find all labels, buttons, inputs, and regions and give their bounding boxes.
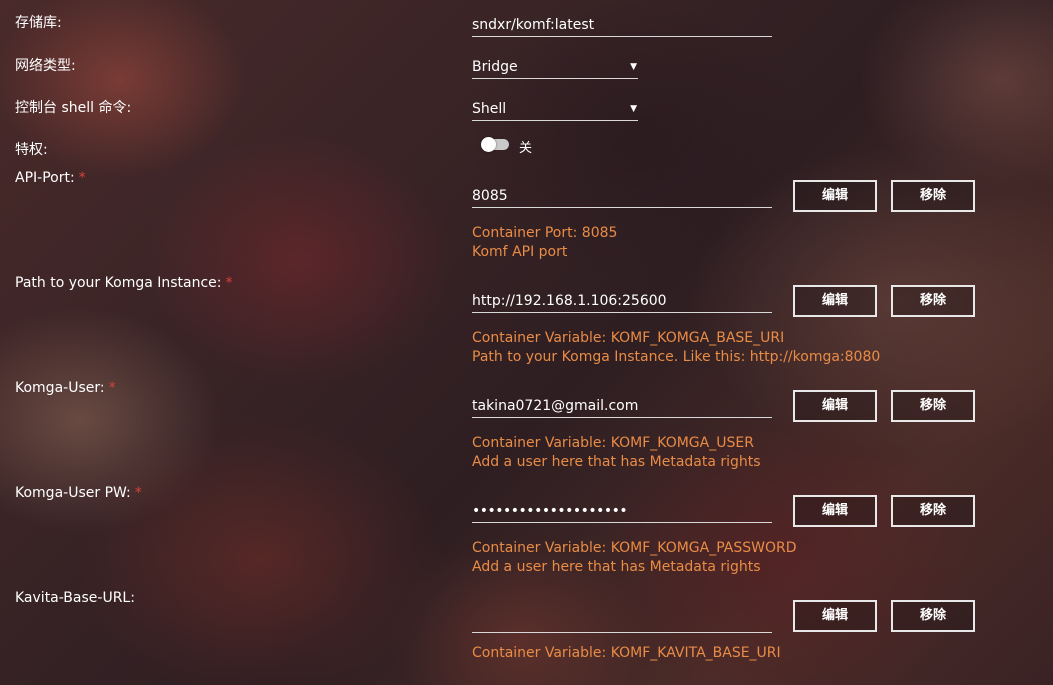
komga-instance-input[interactable]: http://192.168.1.106:25600 [472, 290, 772, 313]
network-type-select[interactable]: Bridge ▼ [472, 56, 638, 79]
kavita-base-url-input[interactable] [472, 610, 772, 633]
field-description: Container Variable: KOMF_KOMGA_PASSWORD … [472, 540, 797, 575]
field-label-komga-user: Komga-User: * [15, 380, 116, 396]
required-marker: * [134, 485, 142, 501]
chevron-down-icon: ▼ [630, 104, 637, 114]
edit-button[interactable]: 编辑 [793, 495, 877, 527]
console-shell-select[interactable]: Shell ▼ [472, 98, 638, 121]
remove-button[interactable]: 移除 [891, 285, 975, 317]
edit-button[interactable]: 编辑 [793, 180, 877, 212]
field-description: Container Port: 8085 Komf API port [472, 225, 618, 260]
remove-button[interactable]: 移除 [891, 390, 975, 422]
privileged-label: 特权: [15, 142, 48, 158]
edit-button[interactable]: 编辑 [793, 285, 877, 317]
field-label-komga-password: Komga-User PW: * [15, 485, 142, 501]
required-marker: * [108, 380, 116, 396]
edit-button[interactable]: 编辑 [793, 600, 877, 632]
remove-button[interactable]: 移除 [891, 495, 975, 527]
required-marker: * [78, 170, 86, 186]
required-marker: * [225, 275, 233, 291]
privileged-toggle[interactable] [481, 137, 509, 152]
komga-user-input[interactable]: takina0721@gmail.com [472, 395, 772, 418]
field-description: Container Variable: KOMF_KOMGA_USER Add … [472, 435, 761, 470]
remove-button[interactable]: 移除 [891, 180, 975, 212]
chevron-down-icon: ▼ [630, 62, 637, 72]
toggle-knob [481, 137, 496, 152]
edit-button[interactable]: 编辑 [793, 390, 877, 422]
console-shell-value: Shell [472, 101, 507, 117]
repository-label: 存储库: [15, 15, 62, 31]
field-label-api-port: API-Port: * [15, 170, 86, 186]
console-shell-label: 控制台 shell 命令: [15, 100, 132, 116]
network-type-value: Bridge [472, 59, 518, 75]
field-description: Container Variable: KOMF_KAVITA_BASE_URI [472, 645, 781, 661]
privileged-toggle-label: 关 [519, 141, 533, 156]
api-port-input[interactable]: 8085 [472, 185, 772, 208]
remove-button[interactable]: 移除 [891, 600, 975, 632]
repository-input[interactable]: sndxr/komf:latest [472, 14, 772, 37]
field-description: Container Variable: KOMF_KOMGA_BASE_URI … [472, 330, 881, 365]
field-label-komga-instance: Path to your Komga Instance: * [15, 275, 233, 291]
field-label-kavita-base-url: Kavita-Base-URL: [15, 590, 135, 606]
network-type-label: 网络类型: [15, 58, 76, 74]
komga-password-input[interactable]: •••••••••••••••••••• [472, 500, 772, 523]
